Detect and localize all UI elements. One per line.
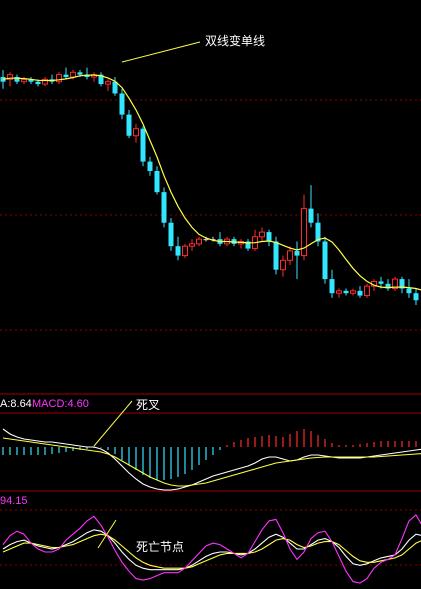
candle-body [147,161,153,171]
candle-body [413,293,419,301]
candle-body [308,208,314,223]
candle-body [126,114,132,136]
candle-body [343,290,349,294]
annotation-top-label: 双线变单线 [205,33,265,48]
candle-body [140,128,146,162]
kdj-pane [2,514,421,584]
candle-body [56,74,62,83]
candle-body [287,250,293,261]
candle-body [196,238,202,245]
candle-body [21,78,27,83]
candle-body [168,222,174,247]
annotation-top-pointer [121,41,201,63]
chart-canvas: 双线变单线 死叉 死亡节点 A:8.64 MACD:4.60 94.15 [0,33,421,584]
kdj-k-line [2,529,421,571]
price-pane [0,67,421,305]
grid-lines [0,99,421,566]
candle-body [105,81,111,85]
candle-body [266,232,272,242]
candle-body [175,246,181,256]
candle-body [133,128,139,137]
candle-body [259,231,265,238]
candle-body [364,285,370,297]
candle-body [406,288,412,294]
stock-chart: 双线变单线 死叉 死亡节点 A:8.64 MACD:4.60 94.15 [0,0,421,589]
macd-pane [2,428,421,491]
candle-body [119,93,125,115]
candle-body [357,290,363,296]
candle-body [273,241,279,270]
moving-average-line [2,74,421,291]
macd-dea-readout: A:8.64 [0,398,32,410]
candle-body [189,243,195,247]
annotation-lines [93,41,201,549]
candle-body [294,250,300,256]
candle-body [63,74,69,77]
candle-body [77,72,83,75]
candle-body [322,241,328,280]
candle-body [182,245,188,257]
kdj-d-line [2,533,421,569]
candle-body [154,171,160,193]
candle-body [378,281,384,284]
annotation-kdj-label: 死亡节点 [136,540,184,554]
annotation-macd-label: 死叉 [136,398,160,412]
candle-body [336,290,342,294]
candle-body [203,239,209,241]
candle-body [35,81,41,85]
annotation-macd-pointer [93,400,133,447]
kdj-value-readout: 94.15 [0,495,28,507]
candle-body [350,290,356,294]
macd-value-readout: MACD:4.60 [32,398,89,410]
kdj-j-line [2,514,421,584]
candle-body [329,279,335,294]
macd-dea-line [2,437,421,487]
candle-body [70,71,76,78]
candle-body [280,259,286,271]
candle-body [161,192,167,223]
